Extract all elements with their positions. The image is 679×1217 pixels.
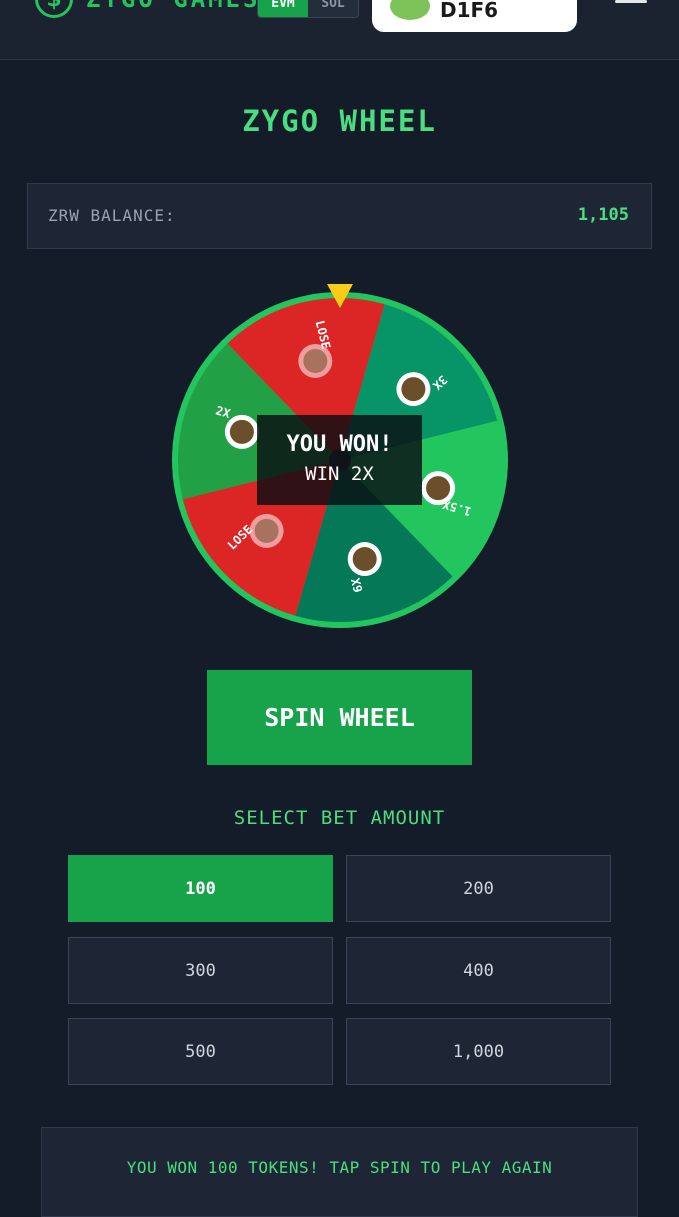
result-title: YOU WON! xyxy=(286,432,393,457)
segment-token-icon xyxy=(249,513,284,548)
wheel-pointer-icon xyxy=(327,284,353,308)
wallet-address: D1F6 xyxy=(440,0,499,22)
segment-token-icon xyxy=(224,414,259,449)
status-message-panel: YOU WON 100 TOKENS! TAP SPIN TO PLAY AGA… xyxy=(41,1127,638,1217)
chain-option-sol[interactable]: SOL xyxy=(308,0,358,17)
wallet-avatar xyxy=(390,0,430,20)
balance-label: ZRW BALANCE: xyxy=(48,206,176,225)
segment-token-icon xyxy=(298,343,333,378)
chain-toggle: EVM SOL xyxy=(257,0,359,18)
chain-option-evm[interactable]: EVM xyxy=(258,0,308,17)
app-name[interactable]: ZYGO GAMES xyxy=(86,0,261,12)
spin-wheel-button[interactable]: SPIN WHEEL xyxy=(207,670,472,765)
dollar-coin-icon: $ xyxy=(35,0,73,18)
bet-option-400[interactable]: 400 xyxy=(346,937,611,1004)
result-subtitle: WIN 2X xyxy=(305,463,374,485)
segment-token-icon xyxy=(347,542,382,577)
bet-option-200[interactable]: 200 xyxy=(346,855,611,922)
top-nav-bar: $ ZYGO GAMES EVM SOL D1F6 xyxy=(0,0,679,60)
segment-token-icon xyxy=(396,372,431,407)
wallet-button[interactable]: D1F6 xyxy=(372,0,577,32)
bet-option-100[interactable]: 100 xyxy=(68,855,333,922)
bet-amount-label: SELECT BET AMOUNT xyxy=(233,807,446,829)
page-title: ZYGO WHEEL xyxy=(242,104,437,138)
bet-option-500[interactable]: 500 xyxy=(68,1018,333,1085)
bet-option-300[interactable]: 300 xyxy=(68,937,333,1004)
hamburger-menu-icon[interactable] xyxy=(615,0,647,12)
balance-panel: ZRW BALANCE: 1,105 xyxy=(27,183,652,249)
bet-option-1000[interactable]: 1,000 xyxy=(346,1018,611,1085)
status-message: YOU WON 100 TOKENS! TAP SPIN TO PLAY AGA… xyxy=(126,1158,553,1177)
balance-value: 1,105 xyxy=(577,205,629,225)
result-overlay: YOU WON! WIN 2X xyxy=(257,415,422,505)
